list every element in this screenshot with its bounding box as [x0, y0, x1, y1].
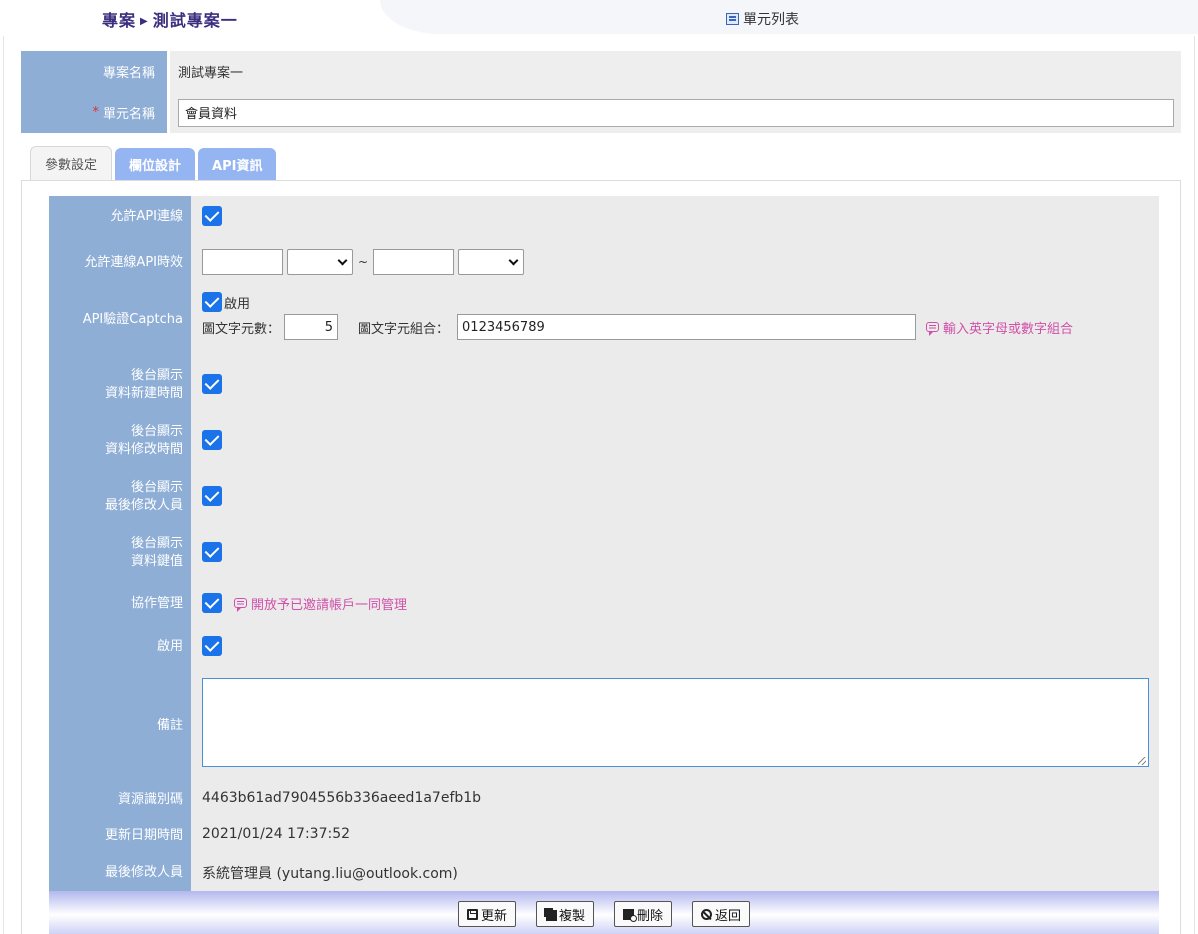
show-created-checkbox[interactable] — [202, 374, 222, 394]
api-end-date-input[interactable] — [373, 249, 455, 275]
show-modified-label-2: 資料修改時間 — [104, 442, 183, 457]
collab-hint: 開放予已邀請帳戶一同管理 — [234, 594, 407, 613]
collab-checkbox[interactable] — [202, 593, 222, 613]
api-end-time-select[interactable] — [458, 249, 525, 275]
unit-name-row: * 單元名稱 — [21, 92, 1181, 133]
captcha-enable-label: 啟用 — [224, 297, 251, 312]
breadcrumb: 專案 ▶ 測試專案一 — [102, 7, 238, 31]
comment-icon — [234, 598, 247, 612]
show-modifier-checkbox[interactable] — [202, 486, 222, 506]
captcha-label: API驗證Captcha — [82, 312, 183, 327]
tab-parameters[interactable]: 參數設定 — [30, 146, 113, 180]
save-icon — [466, 908, 478, 920]
captcha-hint-text: 輸入英字母或數字組合 — [943, 321, 1074, 337]
captcha-length-input[interactable] — [284, 314, 339, 340]
project-name-value: 測試專案一 — [178, 66, 244, 81]
collab-hint-text: 開放予已邀請帳戶一同管理 — [251, 597, 408, 613]
copy-button[interactable]: 複製 — [535, 901, 594, 927]
period-separator: ~ — [358, 255, 369, 269]
captcha-length-label: 圖文字元數： — [202, 321, 281, 337]
settings-form: 允許API連線 允許連線API時效 ~ API驗證Captcha 啟用 圖文字元… — [49, 196, 1159, 934]
captcha-charset-input[interactable] — [457, 314, 917, 340]
show-created-label-2: 資料新建時間 — [104, 386, 183, 401]
show-modified-checkbox[interactable] — [202, 430, 222, 450]
breadcrumb-current: 測試專案一 — [152, 11, 238, 30]
show-key-label-2: 資料鍵值 — [130, 554, 183, 569]
list-icon — [726, 13, 739, 25]
breadcrumb-arrow-icon: ▶ — [140, 16, 149, 27]
update-button[interactable]: 更新 — [457, 901, 516, 927]
unit-name-input[interactable] — [178, 98, 1174, 127]
last-modifier-label: 最後修改人員 — [104, 865, 183, 880]
note-textarea[interactable] — [202, 678, 1149, 767]
unit-list-label: 單元列表 — [743, 12, 799, 28]
show-modifier-label-2: 最後修改人員 — [104, 498, 183, 513]
api-period-label: 允許連線API時效 — [84, 255, 183, 270]
tab-api-info[interactable]: API資訊 — [198, 148, 277, 180]
required-mark: * — [92, 105, 99, 120]
comment-icon — [926, 322, 940, 336]
project-name-label: 專案名稱 — [21, 51, 167, 92]
show-key-checkbox[interactable] — [202, 542, 222, 562]
show-modified-label-1: 後台顯示 — [130, 424, 183, 439]
captcha-hint: 輸入英字母或數字組合 — [926, 318, 1073, 337]
delete-button[interactable]: 刪除 — [614, 901, 673, 927]
allow-api-checkbox[interactable] — [202, 206, 222, 226]
updated-at-value: 2021/01/24 17:37:52 — [202, 826, 351, 842]
last-modifier-value: 系統管理員 (yutang.liu@outlook.com) — [202, 866, 458, 882]
chevron-down-icon — [508, 255, 519, 266]
tab-bar: 參數設定 欄位設計 API資訊 — [30, 146, 277, 180]
resource-id-value: 4463b61ad7904556b336aeed1a7efb1b — [202, 790, 482, 806]
show-key-label-1: 後台顯示 — [130, 536, 183, 551]
note-label: 備註 — [156, 718, 183, 733]
breadcrumb-root[interactable]: 專案 — [102, 11, 136, 30]
captcha-charset-label: 圖文字元組合： — [358, 321, 450, 337]
tab-field-design[interactable]: 欄位設計 — [115, 148, 196, 180]
action-bar: 更新 複製 刪除 返回 — [49, 891, 1159, 934]
resource-id-label: 資源識別碼 — [117, 792, 183, 807]
allow-api-label: 允許API連線 — [110, 209, 183, 224]
show-modifier-label-1: 後台顯示 — [130, 480, 183, 495]
delete-icon — [623, 908, 637, 922]
api-start-date-input[interactable] — [202, 249, 283, 275]
enabled-label: 啟用 — [156, 639, 183, 654]
copy-icon — [545, 909, 557, 921]
show-created-label-1: 後台顯示 — [130, 368, 183, 383]
captcha-enable-checkbox[interactable] — [202, 292, 222, 312]
chevron-down-icon — [337, 255, 348, 266]
unit-list-link[interactable]: 單元列表 — [726, 9, 799, 29]
cancel-icon — [701, 908, 713, 920]
project-info-table: 專案名稱 測試專案一 * 單元名稱 — [21, 51, 1181, 133]
top-header: 專案 ▶ 測試專案一 單元列表 — [0, 0, 1198, 36]
back-button[interactable]: 返回 — [692, 901, 751, 927]
unit-name-label: 單元名稱 — [102, 107, 155, 122]
updated-at-label: 更新日期時間 — [104, 828, 183, 843]
enabled-checkbox[interactable] — [202, 636, 222, 656]
resize-grip-icon[interactable] — [1138, 757, 1146, 765]
collab-label: 協作管理 — [130, 596, 183, 611]
project-name-row: 專案名稱 測試專案一 — [21, 51, 1181, 92]
api-start-time-select[interactable] — [287, 249, 353, 275]
